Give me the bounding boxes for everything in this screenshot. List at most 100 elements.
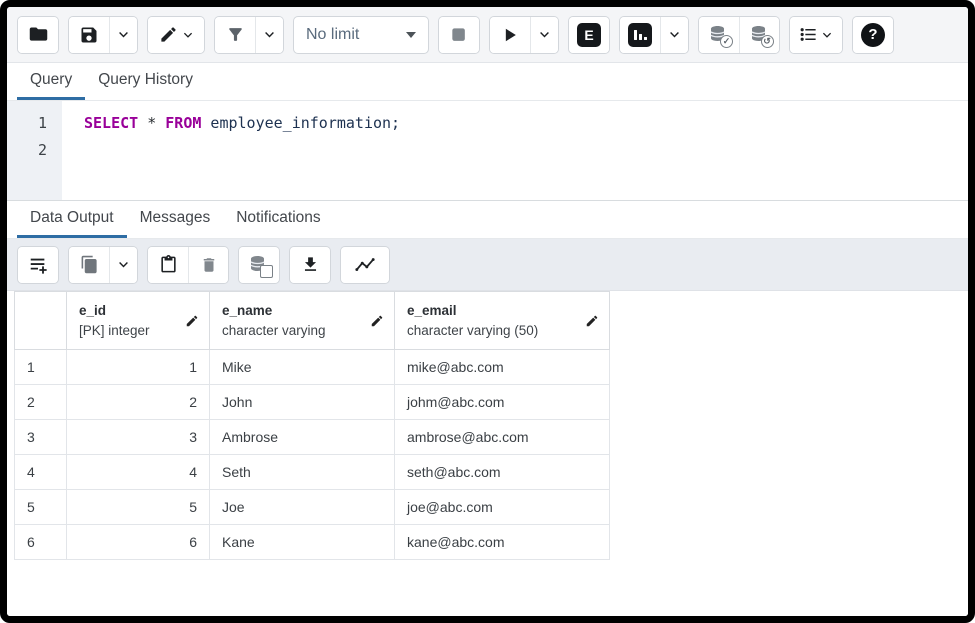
edit-menu-button[interactable] [148,17,204,53]
edit-column-icon[interactable] [185,314,199,328]
cell-e-id[interactable]: 3 [67,420,210,455]
tab-query-history[interactable]: Query History [85,63,206,100]
explain-analyze-group [619,16,689,54]
cell-e-id[interactable]: 1 [67,350,210,385]
cell-e-name[interactable]: Mike [210,350,395,385]
query-tabstrip: Query Query History [7,63,968,101]
cell-e-name[interactable]: Joe [210,490,395,525]
cell-e-email[interactable]: mike@abc.com [395,350,610,385]
row-number-cell[interactable]: 1 [15,350,67,385]
chevron-down-icon [117,28,130,41]
transaction-group: ✓ ↺ [698,16,780,54]
cell-e-name[interactable]: Ambrose [210,420,395,455]
cell-e-name[interactable]: John [210,385,395,420]
rollback-button[interactable]: ↺ [739,17,779,53]
chevron-down-icon [538,28,551,41]
row-number-cell[interactable]: 4 [15,455,67,490]
delete-row-button[interactable] [188,247,228,283]
sql-operator: * [138,114,165,132]
help-button[interactable]: ? [853,17,893,53]
row-number-cell[interactable]: 5 [15,490,67,525]
commit-button[interactable]: ✓ [699,17,739,53]
copy-button[interactable] [69,247,109,283]
table-row: 3 3 Ambrose ambrose@abc.com [15,420,610,455]
tab-messages[interactable]: Messages [127,201,224,238]
tab-data-output[interactable]: Data Output [17,201,127,238]
edit-column-icon[interactable] [585,314,599,328]
pgadmin-query-tool-window: No limit E [0,0,975,623]
tab-data-output-label: Data Output [30,209,114,227]
editor-code-area[interactable]: SELECT * FROM employee_information; [62,101,968,200]
chevron-down-icon [263,28,276,41]
sql-keyword: SELECT [84,114,138,132]
row-limit-select[interactable]: No limit [293,16,429,54]
copy-menu-button[interactable] [109,247,137,283]
explain-group: E [568,16,610,54]
macros-button[interactable] [790,17,842,53]
cell-e-name[interactable]: Seth [210,455,395,490]
cell-e-id[interactable]: 4 [67,455,210,490]
column-type: [PK] integer [79,321,150,341]
edit-column-icon[interactable] [370,314,384,328]
chevron-down-icon [182,29,194,41]
cell-e-name[interactable]: Kane [210,525,395,560]
column-type: character varying (50) [407,321,538,341]
paste-button[interactable] [148,247,188,283]
sql-editor[interactable]: 1 2 SELECT * FROM employee_information; [7,101,968,201]
save-badge-icon [260,265,273,278]
cell-e-id[interactable]: 2 [67,385,210,420]
tab-query[interactable]: Query [17,63,85,100]
sql-keyword: FROM [165,114,201,132]
row-number-cell[interactable]: 2 [15,385,67,420]
explain-analyze-button[interactable] [620,17,660,53]
cell-e-email[interactable]: seth@abc.com [395,455,610,490]
save-group [68,16,138,54]
graph-group [340,246,390,284]
column-header-e-email[interactable]: e_email character varying (50) [395,292,610,350]
row-limit-value: No limit [306,26,359,44]
download-csv-button[interactable] [290,247,330,283]
results-tabstrip: Data Output Messages Notifications [7,201,968,239]
save-button[interactable] [69,17,109,53]
row-number-cell[interactable]: 3 [15,420,67,455]
filter-button[interactable] [215,17,255,53]
save-data-icon [248,254,270,276]
rollback-icon: ↺ [749,24,771,46]
row-number-cell[interactable]: 6 [15,525,67,560]
add-row-button[interactable] [18,247,58,283]
cell-e-id[interactable]: 6 [67,525,210,560]
save-data-changes-button[interactable] [239,247,279,283]
select-all-cell[interactable] [15,292,67,350]
line-number: 1 [7,110,62,137]
explain-menu-button[interactable] [660,17,688,53]
execute-menu-button[interactable] [530,17,558,53]
play-icon [500,25,520,45]
tab-notifications[interactable]: Notifications [223,201,333,238]
save-menu-button[interactable] [109,17,137,53]
cell-e-email[interactable]: kane@abc.com [395,525,610,560]
open-file-button[interactable] [18,17,58,53]
filter-menu-button[interactable] [255,17,283,53]
cell-e-email[interactable]: johm@abc.com [395,385,610,420]
table-row: 2 2 John johm@abc.com [15,385,610,420]
chevron-down-icon [117,258,130,271]
cancel-query-button[interactable] [439,17,479,53]
copy-group [68,246,138,284]
stop-icon [449,25,469,45]
cell-e-email[interactable]: ambrose@abc.com [395,420,610,455]
column-header-e-name[interactable]: e_name character varying [210,292,395,350]
empty-line [84,137,968,164]
cell-e-email[interactable]: joe@abc.com [395,490,610,525]
check-icon: ✓ [720,35,733,48]
explain-button[interactable]: E [569,17,609,53]
column-header-e-id[interactable]: e_id [PK] integer [67,292,210,350]
save-icon [79,25,99,45]
graph-visualiser-button[interactable] [341,247,389,283]
cancel-group [438,16,480,54]
chevron-down-icon [668,28,681,41]
cell-e-id[interactable]: 5 [67,490,210,525]
column-name: e_email [407,301,538,321]
tab-messages-label: Messages [140,209,211,227]
execute-button[interactable] [490,17,530,53]
tab-notifications-label: Notifications [236,209,320,227]
